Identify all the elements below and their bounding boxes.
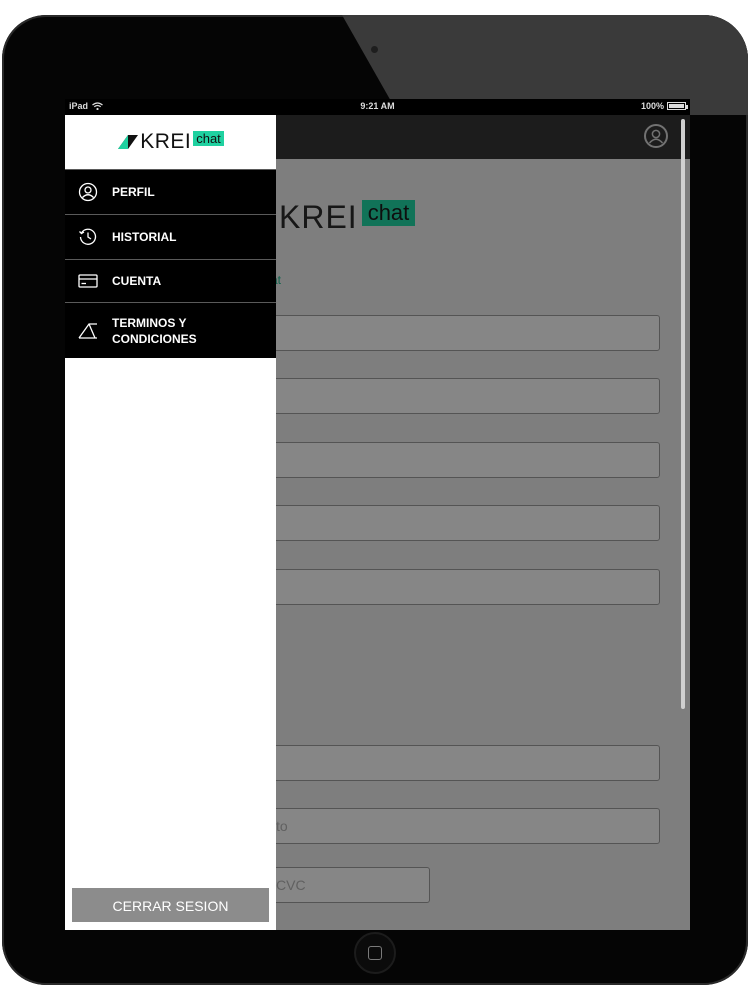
menu-item-historial[interactable]: HISTORIAL xyxy=(65,214,276,259)
drawer-logo-chat-badge: chat xyxy=(193,130,224,146)
front-camera xyxy=(371,46,378,53)
logo-mark-icon xyxy=(118,135,139,149)
main-app-view: KREI chat at to VC CVC xyxy=(65,115,690,930)
terms-icon xyxy=(77,320,99,342)
credit-card-icon xyxy=(77,270,99,292)
menu-item-cuenta[interactable]: CUENTA xyxy=(65,259,276,302)
side-drawer: KREI chat PERFIL HISTORIAL CUENTA TERMIN… xyxy=(65,115,276,930)
history-icon xyxy=(77,226,99,248)
status-bar: iPad 9:21 AM 100% xyxy=(65,99,690,115)
screen: iPad 9:21 AM 100% KREI chat at to CVC KR… xyxy=(65,99,690,930)
menu-item-terminos[interactable]: TERMINOS Y CONDICIONES xyxy=(65,302,276,358)
status-time: 9:21 AM xyxy=(360,101,395,111)
menu-item-label: HISTORIAL xyxy=(112,230,177,244)
menu-item-label: TERMINOS Y CONDICIONES xyxy=(112,315,197,346)
drawer-menu: PERFIL HISTORIAL CUENTA TERMINOS Y CONDI… xyxy=(65,169,276,358)
menu-item-label: PERFIL xyxy=(112,185,155,199)
user-circle-icon xyxy=(77,181,99,203)
ipad-frame: iPad 9:21 AM 100% KREI chat at to CVC KR… xyxy=(2,15,748,985)
battery-percent: 100% xyxy=(640,101,664,111)
drawer-logo: KREI chat xyxy=(65,115,276,169)
menu-item-label: CUENTA xyxy=(112,274,162,288)
menu-item-perfil[interactable]: PERFIL xyxy=(65,169,276,214)
logout-button[interactable]: CERRAR SESION xyxy=(72,888,269,922)
drawer-logo-word: KREI xyxy=(140,130,192,153)
home-button[interactable] xyxy=(354,932,396,974)
battery-icon xyxy=(667,102,688,110)
scrollbar[interactable] xyxy=(681,119,685,709)
